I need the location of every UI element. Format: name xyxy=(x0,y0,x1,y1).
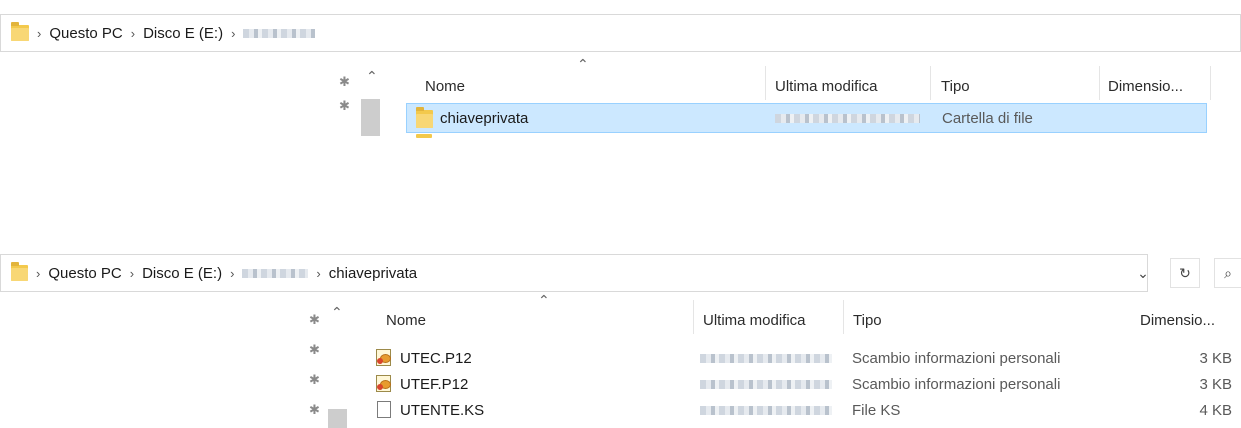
chevron-right-icon[interactable]: › xyxy=(37,26,41,41)
nav-scrollbar-thumb[interactable] xyxy=(328,409,347,428)
file-name: UTENTE.KS xyxy=(400,402,485,419)
address-bar-top[interactable]: › Questo PC › Disco E (E:) › xyxy=(0,14,1241,52)
file-type: Scambio informazioni personali xyxy=(852,376,1061,393)
file-row-selected[interactable]: chiaveprivata Cartella di file xyxy=(406,103,1207,133)
column-divider[interactable] xyxy=(843,300,844,334)
column-divider[interactable] xyxy=(1099,66,1100,100)
folder-icon xyxy=(416,134,432,138)
sort-ascending-icon: ⌃ xyxy=(538,292,550,308)
certificate-icon xyxy=(376,375,393,392)
chevron-right-icon[interactable]: › xyxy=(130,266,134,281)
pin-icon[interactable]: ✱ xyxy=(339,74,350,90)
column-header-type[interactable]: Tipo xyxy=(853,312,882,329)
column-header-modified[interactable]: Ultima modifica xyxy=(775,78,878,95)
address-bar-bottom[interactable]: › Questo PC › Disco E (E:) › › chiavepri… xyxy=(0,254,1148,292)
folder-icon xyxy=(11,22,29,41)
breadcrumb-questo-pc[interactable]: Questo PC xyxy=(49,25,122,42)
nav-scrollbar-thumb[interactable] xyxy=(361,99,380,136)
file-row[interactable]: UTEC.P12 Scambio informazioni personali … xyxy=(372,346,1241,370)
folder-icon xyxy=(11,262,28,281)
column-header-name[interactable]: Nome xyxy=(386,312,426,329)
column-divider[interactable] xyxy=(1210,66,1211,100)
column-divider[interactable] xyxy=(765,66,766,100)
breadcrumb-disco-e[interactable]: Disco E (E:) xyxy=(142,265,222,282)
pin-icon[interactable]: ✱ xyxy=(339,98,350,114)
breadcrumb-questo-pc[interactable]: Questo PC xyxy=(48,265,121,282)
column-header-modified[interactable]: Ultima modifica xyxy=(703,312,806,329)
modified-date-redacted xyxy=(775,114,920,123)
pin-icon[interactable]: ✱ xyxy=(309,312,320,328)
column-divider[interactable] xyxy=(693,300,694,334)
file-name: UTEF.P12 xyxy=(400,376,469,393)
file-row[interactable]: UTENTE.KS File KS 4 KB xyxy=(372,398,1241,422)
chevron-right-icon[interactable]: › xyxy=(36,266,40,281)
breadcrumb-disco-e[interactable]: Disco E (E:) xyxy=(143,25,223,42)
chevron-right-icon[interactable]: › xyxy=(231,26,235,41)
folder-icon xyxy=(416,107,433,128)
file-name: chiaveprivata xyxy=(440,110,529,127)
scroll-up-icon[interactable]: ⌃ xyxy=(331,304,343,321)
chevron-right-icon[interactable]: › xyxy=(230,266,234,281)
modified-date-redacted xyxy=(700,380,832,389)
pin-icon[interactable]: ✱ xyxy=(309,342,320,358)
column-divider[interactable] xyxy=(930,66,931,100)
chevron-right-icon[interactable]: › xyxy=(131,26,135,41)
file-row[interactable]: UTEF.P12 Scambio informazioni personali … xyxy=(372,372,1241,396)
column-header-type[interactable]: Tipo xyxy=(941,78,970,95)
scroll-up-icon[interactable]: ⌃ xyxy=(366,68,378,85)
refresh-icon[interactable]: ↻ xyxy=(1170,258,1200,288)
breadcrumb-redacted-folder[interactable] xyxy=(243,28,316,38)
file-type: Scambio informazioni personali xyxy=(852,350,1061,367)
column-header-name[interactable]: Nome xyxy=(425,78,465,95)
breadcrumb-chiaveprivata[interactable]: chiaveprivata xyxy=(329,265,417,282)
column-header-size[interactable]: Dimensio... xyxy=(1140,312,1215,329)
chevron-right-icon[interactable]: › xyxy=(316,266,320,281)
pin-icon[interactable]: ✱ xyxy=(309,402,320,418)
file-type: File KS xyxy=(852,402,901,419)
file-size: 3 KB xyxy=(1199,376,1232,393)
certificate-icon xyxy=(376,349,393,366)
search-icon[interactable]: ⌕ xyxy=(1214,258,1241,288)
column-header-size[interactable]: Dimensio... xyxy=(1108,78,1183,95)
file-name: UTEC.P12 xyxy=(400,350,472,367)
file-size: 3 KB xyxy=(1199,350,1232,367)
modified-date-redacted xyxy=(700,354,832,363)
sort-ascending-icon: ⌃ xyxy=(577,56,589,72)
address-history-dropdown[interactable]: ⌄ xyxy=(1128,258,1158,288)
modified-date-redacted xyxy=(700,406,832,415)
breadcrumb-redacted-folder[interactable] xyxy=(242,268,309,278)
file-icon xyxy=(377,401,391,418)
file-size: 4 KB xyxy=(1199,402,1232,419)
pin-icon[interactable]: ✱ xyxy=(309,372,320,388)
file-type: Cartella di file xyxy=(942,110,1033,127)
